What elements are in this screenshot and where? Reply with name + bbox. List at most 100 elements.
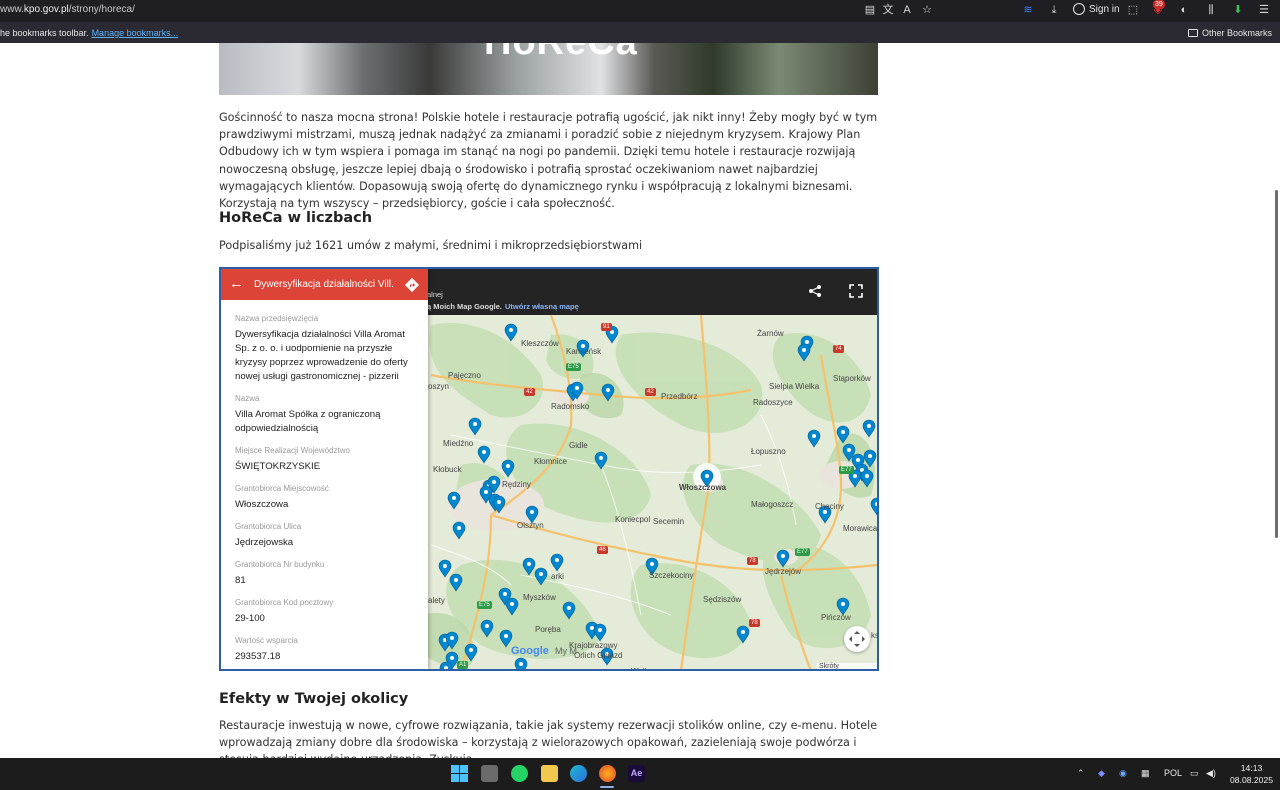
tray-app-icon[interactable]: ◆ [1098, 768, 1105, 779]
map-credit-text: ą Moich Map Google. [427, 302, 503, 311]
google-logo: Google My M [511, 645, 577, 657]
sign-in-button[interactable]: Sign in [1073, 3, 1120, 15]
download-manager-icon[interactable]: ⬇ [1231, 3, 1245, 17]
browser-toolbar: www.kpo.gov.pl/strony/horeca/ ▤ 文 A ☆ ≋ … [0, 0, 1280, 22]
extensions-icon[interactable]: ⬚ [1126, 3, 1140, 17]
clock-date: 08.08.2025 [1230, 775, 1274, 785]
effects-paragraph: Restauracje inwestują w nowe, cyfrowe ro… [219, 719, 878, 758]
start-button[interactable] [451, 765, 468, 782]
field-label: Grantobiorca Ulica [235, 522, 302, 531]
language-indicator[interactable]: POL [1164, 768, 1182, 778]
field-value: Dywersyfikacja działalności Villa Aromat… [235, 329, 408, 382]
sign-in-label: Sign in [1089, 3, 1120, 15]
field-label: Grantobiorca Kod pocztowy [235, 598, 334, 607]
field-value: ŚWIĘTOKRZYSKIE [235, 461, 321, 472]
bookmarks-message: he bookmarks toolbar. Manage bookmarks... [0, 28, 178, 38]
fullscreen-icon[interactable] [849, 284, 863, 298]
road-number-badge: E77 [839, 466, 854, 474]
road-number-badge: 42 [524, 388, 535, 396]
info-panel-title: Dywersyfikacja działalności Vill... [254, 279, 394, 290]
field-project-name: Nazwa przedsięwzięcia Dywersyfikacja dzi… [235, 314, 415, 384]
road-number-badge: 74 [833, 345, 844, 353]
network-icon[interactable]: ▭ [1190, 768, 1199, 779]
field-value: Jędrzejowska [235, 537, 294, 548]
other-bookmarks-label: Other Bookmarks [1201, 28, 1272, 38]
road-number-badge: E77 [795, 548, 810, 556]
translate-page-icon[interactable]: A [900, 3, 914, 17]
file-explorer-icon[interactable] [541, 765, 558, 782]
url-prefix: www. [0, 4, 24, 15]
field-value: Villa Aromat Spółka z ograniczoną odpowi… [235, 409, 381, 434]
tray-app2-icon[interactable]: ◉ [1119, 768, 1127, 779]
url-domain: kpo.gov.pl [23, 4, 69, 15]
info-panel-header: ← Dywersyfikacja działalności Vill... [221, 269, 428, 300]
field-label: Nazwa [235, 394, 260, 403]
field-label: Grantobiorca Miejscowość [235, 484, 329, 493]
road-number-badge: 42 [645, 388, 656, 396]
keyboard-shortcuts-link[interactable]: Skróty klawiszowe [817, 663, 877, 669]
bookmark-star-icon[interactable]: ☆ [920, 3, 934, 17]
hero-image: HoReCa [219, 43, 878, 95]
field-label: Miejsce Realizacji Województwo [235, 446, 351, 455]
account-icon [1073, 3, 1085, 15]
page-scrollbar[interactable] [1275, 190, 1278, 538]
field-support-value: Wartość wsparcia 293537.18 [235, 636, 415, 664]
hero-title: HoReCa [484, 43, 638, 64]
screenshot-icon[interactable]: ◐ [1177, 3, 1191, 17]
intro-paragraph: Gościnność to nasza mocna strona! Polski… [219, 111, 878, 211]
back-arrow-icon[interactable]: ← [229, 276, 244, 292]
field-street: Grantobiorca Ulica Jędrzejowska [235, 522, 415, 550]
contracts-text: Podpisaliśmy już 1621 umów z małymi, śre… [219, 239, 643, 252]
volume-icon[interactable]: ◀) [1206, 768, 1216, 779]
directions-icon[interactable] [404, 277, 420, 293]
recenter-icon [849, 631, 865, 647]
field-building-number: Grantobiorca Nr budynku 81 [235, 560, 415, 588]
whatsapp-icon[interactable] [511, 765, 528, 782]
task-view-icon[interactable] [481, 765, 498, 782]
section-heading-numbers: HoReCa w liczbach [219, 210, 373, 226]
downloads-icon[interactable]: ⤓ [1047, 3, 1061, 17]
clock-time: 14:13 [1240, 763, 1263, 773]
field-value: 293537.18 [235, 651, 281, 662]
system-clock[interactable]: 14:13 08.08.2025 [1230, 762, 1273, 786]
section-heading-effects: Efekty w Twojej okolicy [219, 691, 409, 707]
road-number-badge: 78 [749, 619, 760, 627]
map-embed[interactable]: alnej ą Moich Map Google. Utwórz własną m… [219, 267, 879, 671]
os-taskbar: Ae ⌃ ◆ ◉ ▦ POL ▭ ◀) 14:13 08.08.2025 [0, 758, 1280, 790]
create-map-link[interactable]: Utwórz własną mapę [505, 302, 579, 311]
field-value: 29-100 [235, 613, 265, 624]
map-header-subtitle: alnej [427, 290, 443, 299]
folder-icon [1187, 29, 1198, 37]
reader-view-icon[interactable]: ▤ [863, 3, 877, 17]
firefox-icon[interactable] [599, 765, 616, 782]
extension-badge: 39 [1153, 0, 1165, 9]
tray-keyboard-icon[interactable]: ▦ [1141, 768, 1150, 779]
map-header-credit: ą Moich Map Google. Utwórz własną mapę [427, 302, 579, 311]
edge-icon[interactable] [570, 765, 587, 782]
menu-icon[interactable]: ☰ [1257, 3, 1271, 17]
share-icon[interactable] [808, 284, 822, 298]
field-city: Grantobiorca Miejscowość Włoszczowa [235, 484, 415, 512]
road-number-badge: E75 [477, 601, 492, 609]
field-value: 81 [235, 575, 246, 586]
field-voivodeship: Miejsce Realizacji Województwo ŚWIĘTOKRZ… [235, 446, 415, 474]
field-postal-code: Grantobiorca Kod pocztowy 29-100 [235, 598, 415, 626]
field-label: Grantobiorca Nr budynku [235, 560, 325, 569]
after-effects-icon[interactable]: Ae [628, 765, 645, 782]
road-number-badge: E75 [566, 363, 581, 371]
sync-icon[interactable]: ≋ [1021, 3, 1035, 17]
tray-overflow-icon[interactable]: ⌃ [1077, 768, 1085, 779]
bookmarks-message-text: he bookmarks toolbar. [0, 28, 89, 38]
map-recenter-button[interactable] [844, 626, 870, 652]
address-bar[interactable]: www.kpo.gov.pl/strony/horeca/ [0, 4, 135, 15]
library-icon[interactable]: ⫼ [1204, 3, 1218, 17]
road-number-badge: 91 [601, 323, 612, 331]
manage-bookmarks-link[interactable]: Manage bookmarks... [92, 28, 179, 38]
bookmarks-toolbar: he bookmarks toolbar. Manage bookmarks...… [0, 22, 1280, 43]
translate-icon[interactable]: 文 [881, 3, 895, 17]
info-panel: ← Dywersyfikacja działalności Vill... Na… [221, 269, 428, 669]
field-label: Nazwa przedsięwzięcia [235, 314, 319, 323]
other-bookmarks-button[interactable]: Other Bookmarks [1187, 28, 1272, 38]
page-content: HoReCa Gościnność to nasza mocna strona!… [0, 43, 1280, 758]
field-company-name: Nazwa Villa Aromat Spółka z ograniczoną … [235, 394, 415, 436]
